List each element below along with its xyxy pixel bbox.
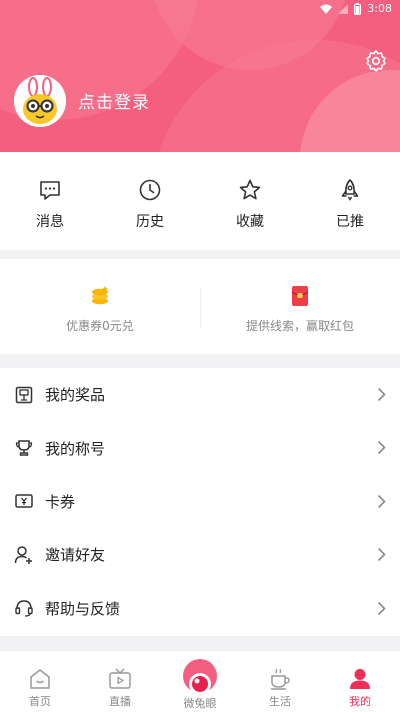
menu-item-label: 我的奖品: [45, 386, 106, 405]
headset-icon: [15, 600, 33, 617]
battery-icon: [354, 2, 362, 15]
coupon-label: 提供线索，赢取红包: [245, 319, 354, 333]
status-time: 3:08: [367, 2, 392, 15]
chevron-right-icon: [377, 548, 386, 562]
coins-icon: [92, 286, 108, 305]
tv-icon: [109, 668, 131, 689]
chevron-right-icon: [377, 387, 386, 402]
menu-item-label: 邀请好友: [45, 546, 106, 565]
profile-header: 3:08 点击登录: [0, 0, 400, 152]
coupon-card-icon: [15, 494, 33, 509]
tab-home[interactable]: 首页: [0, 651, 80, 712]
signal-icon: [338, 3, 349, 14]
menu-item-my-titles[interactable]: 我的称号: [0, 421, 400, 474]
menu-item-label: 卡券: [45, 492, 76, 511]
tab-label: 微兔眼: [183, 697, 217, 710]
rocket-icon: [341, 179, 359, 201]
status-bar: 3:08: [0, 0, 400, 18]
menu-item-help-feedback[interactable]: 帮助与反馈: [0, 582, 400, 635]
gear-icon: [366, 50, 386, 72]
quick-item-favorites[interactable]: 收藏: [200, 152, 300, 250]
wifi-icon: [320, 4, 333, 14]
chevron-right-icon: [377, 601, 386, 615]
chevron-right-icon: [377, 494, 386, 508]
rabbit-mascot-icon: [14, 75, 66, 127]
settings-menu: 我的奖品 我的称号 卡券 邀请好友 帮助与反馈: [0, 368, 400, 636]
clock-icon: [139, 179, 161, 201]
clue-reward-item[interactable]: 提供线索，赢取红包: [200, 259, 400, 354]
star-icon: [239, 179, 261, 200]
rewards-card: 优惠券0元兑 提供线索，赢取红包: [0, 259, 400, 354]
home-icon: [30, 669, 50, 689]
rabbit-eye-button: [183, 659, 217, 695]
quick-item-pushed[interactable]: 已推: [300, 152, 400, 250]
message-icon: [40, 181, 60, 200]
login-link[interactable]: 点击登录: [78, 88, 150, 113]
menu-item-label: 我的称号: [45, 439, 106, 458]
quick-item-label: 收藏: [236, 214, 264, 230]
quick-item-label: 消息: [36, 214, 64, 230]
tab-rabbit-eye[interactable]: 微兔眼: [160, 651, 240, 712]
menu-item-invite-friends[interactable]: 邀请好友: [0, 528, 400, 581]
tab-mine[interactable]: 我的: [320, 651, 400, 712]
quick-item-messages[interactable]: 消息: [0, 152, 100, 250]
menu-item-label: 帮助与反馈: [45, 599, 121, 618]
tab-label: 首页: [29, 695, 51, 708]
trophy-icon: [15, 440, 33, 456]
quick-item-label: 已推: [336, 214, 364, 230]
avatar[interactable]: [14, 75, 66, 127]
menu-item-coupons[interactable]: 卡券: [0, 475, 400, 528]
tab-life[interactable]: 生活: [240, 651, 320, 712]
person-icon: [350, 669, 370, 689]
chevron-right-icon: [377, 441, 386, 455]
quick-item-label: 历史: [136, 214, 164, 230]
coupon-exchange-item[interactable]: 优惠券0元兑: [0, 259, 200, 354]
add-user-icon: [14, 546, 32, 564]
tab-live[interactable]: 直播: [80, 651, 160, 712]
quick-actions: 消息 历史 收藏 已推: [0, 152, 400, 250]
cup-icon: [271, 668, 290, 690]
tab-label: 我的: [349, 695, 371, 708]
coupon-label: 优惠券0元兑: [66, 319, 134, 333]
menu-item-my-prizes[interactable]: 我的奖品: [0, 368, 400, 421]
red-envelope-icon: [291, 286, 309, 306]
card-divider: [200, 287, 201, 327]
settings-button[interactable]: [364, 49, 388, 73]
prize-icon: [15, 386, 33, 403]
tab-label: 生活: [269, 695, 291, 708]
bottom-tab-bar: 首页 直播 微兔眼 生活 我的: [0, 650, 400, 712]
tab-label: 直播: [109, 695, 131, 708]
eye-icon: [189, 673, 211, 695]
quick-item-history[interactable]: 历史: [100, 152, 200, 250]
